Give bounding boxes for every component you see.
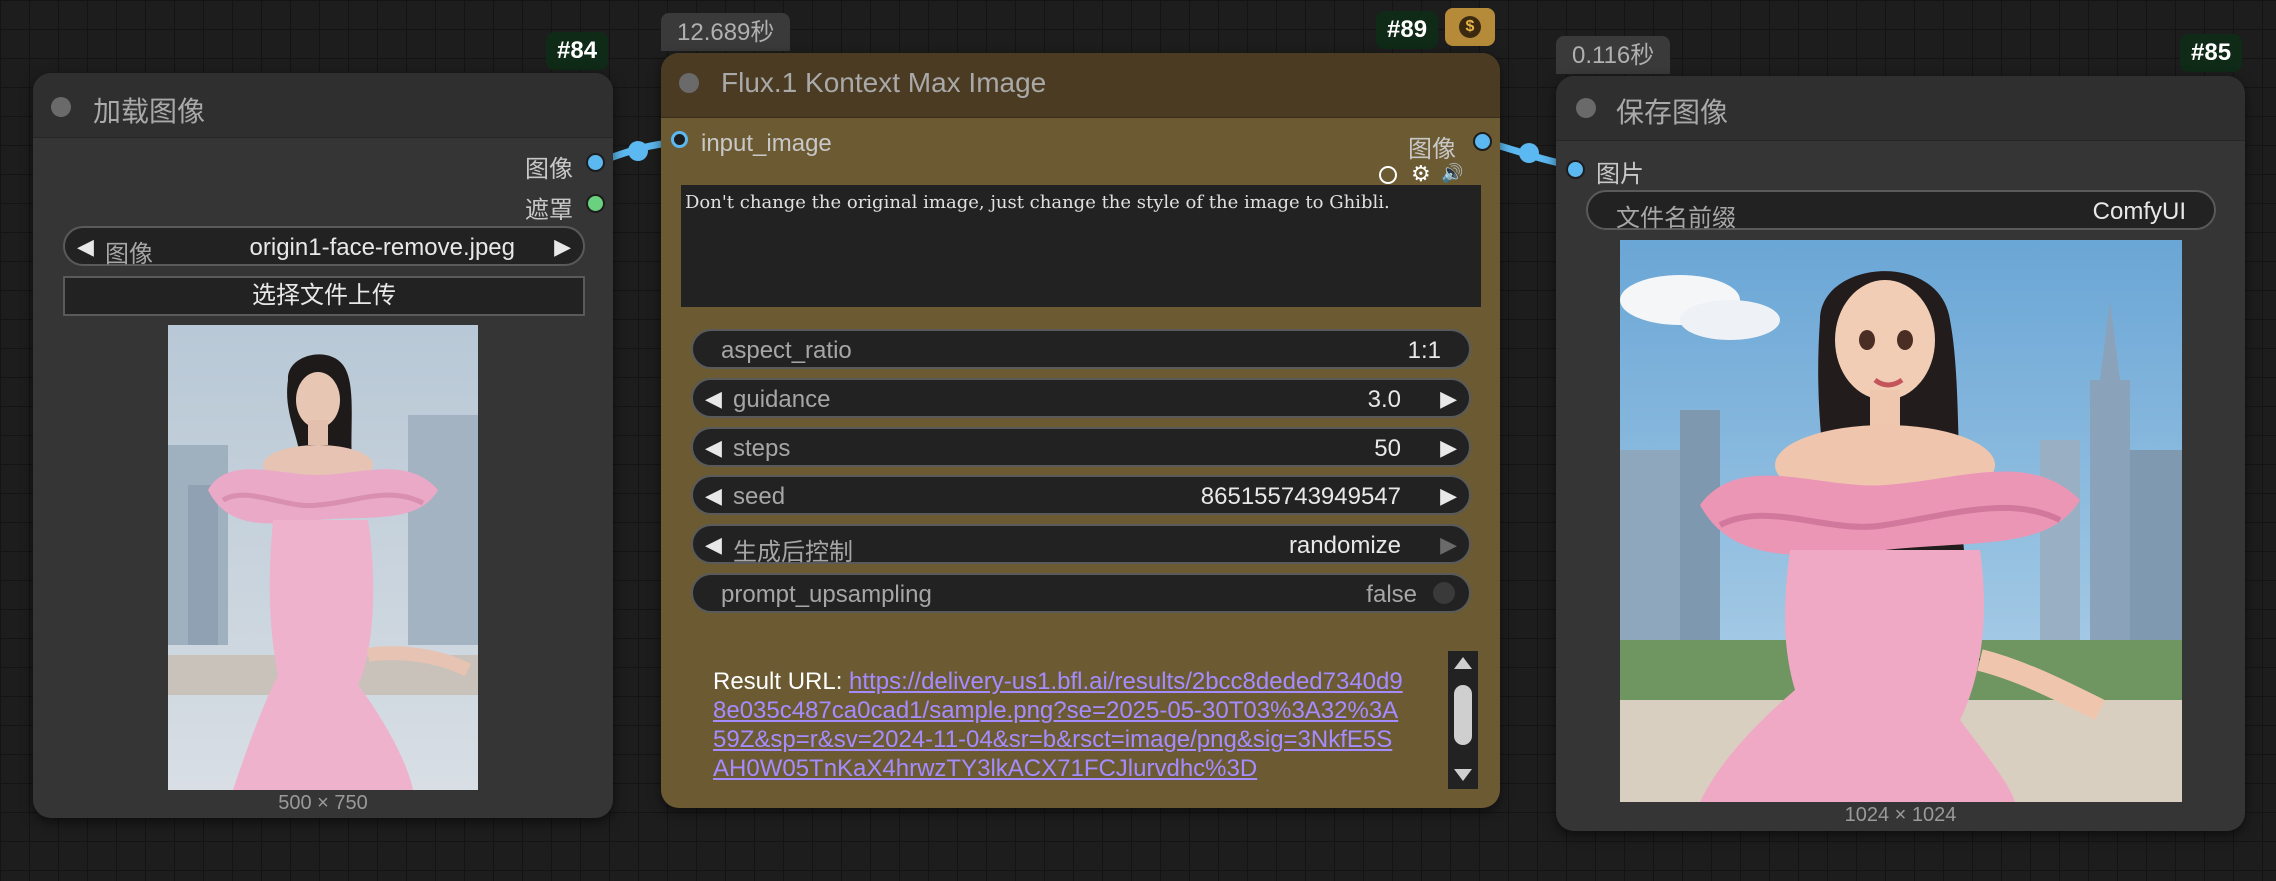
output-port-mask[interactable]	[586, 194, 605, 213]
arrow-right-icon[interactable]: ▶	[1440, 386, 1457, 412]
widget-value: randomize	[1288, 532, 1401, 559]
widget-value: origin1-face-remove.jpeg	[249, 234, 515, 261]
arrow-left-icon[interactable]: ◀	[705, 483, 722, 509]
scroll-down-icon[interactable]	[1454, 769, 1472, 781]
filename-prefix-widget[interactable]: 文件名前缀 ComfyUI	[1586, 190, 2216, 232]
aspect-ratio-widget[interactable]: aspect_ratio 1:1	[691, 329, 1471, 369]
output-image-preview[interactable]	[1620, 240, 2182, 802]
node-id-badge: #85	[2180, 34, 2243, 72]
circle-toggle-icon[interactable]	[1379, 166, 1397, 184]
node-title-bar[interactable]: 加载图像	[33, 73, 613, 138]
output-label-image: 图像	[1408, 136, 1456, 163]
node-title-bar[interactable]: 保存图像	[1556, 76, 2245, 141]
widget-label: aspect_ratio	[721, 337, 852, 364]
url-line: 59Z&sp=r&sv=2024-11-04&sr=b&rsct=image/p…	[713, 726, 1393, 753]
image-size-label: 500 × 750	[278, 792, 368, 814]
node-title: Flux.1 Kontext Max Image	[721, 67, 1047, 98]
url-line: https://delivery-us1.bfl.ai/results/2bcc…	[849, 668, 1403, 695]
flux-kontext-node[interactable]: Flux.1 Kontext Max Image input_image 图像 …	[661, 53, 1500, 808]
scroll-up-icon[interactable]	[1454, 657, 1472, 669]
widget-label: seed	[733, 483, 786, 510]
node-id-badge: #89	[1376, 11, 1439, 49]
save-image-node[interactable]: 保存图像 图片 文件名前缀 ComfyUI 1024 × 1024	[1556, 76, 2245, 831]
widget-label: prompt_upsampling	[721, 581, 932, 608]
arrow-left-icon[interactable]: ◀	[77, 234, 94, 260]
collapse-dot-icon[interactable]	[51, 97, 71, 117]
widget-label: 图像	[105, 241, 153, 268]
dollar-coin-icon: $	[1459, 16, 1481, 38]
widget-value: 865155743949547	[1200, 483, 1401, 510]
widget-value: 50	[1374, 435, 1401, 462]
wire-reroute-dot[interactable]	[628, 141, 648, 161]
scrollbar[interactable]	[1448, 651, 1478, 789]
arrow-right-icon[interactable]: ▶	[1440, 483, 1457, 509]
collapse-dot-icon[interactable]	[1576, 98, 1596, 118]
arrow-left-icon[interactable]: ◀	[705, 532, 722, 558]
output-port-image[interactable]	[586, 153, 605, 172]
wire-reroute-dot[interactable]	[1519, 143, 1539, 163]
arrow-left-icon[interactable]: ◀	[705, 435, 722, 461]
widget-label: guidance	[733, 386, 831, 413]
api-cost-badge[interactable]: $	[1445, 8, 1495, 46]
load-image-node[interactable]: 加载图像 图像 遮罩 ◀ 图像 origin1-face-remove.jpeg…	[33, 73, 613, 818]
source-image-preview[interactable]	[168, 325, 478, 790]
output-port-image[interactable]	[1473, 132, 1492, 151]
url-line: 8e035c487ca0cad1/sample.png?se=2025-05-3…	[713, 697, 1399, 724]
execution-time-badge: 12.689秒	[661, 13, 791, 51]
result-url-text: Result URL: https://delivery-us1.bfl.ai/…	[713, 667, 1413, 783]
output-label-image: 图像	[525, 156, 573, 183]
arrow-left-icon[interactable]: ◀	[705, 386, 722, 412]
output-label-mask: 遮罩	[525, 197, 573, 224]
control-after-generate-widget[interactable]: ◀ 生成后控制 randomize ▶	[691, 524, 1471, 566]
image-select-widget[interactable]: ◀ 图像 origin1-face-remove.jpeg ▶	[63, 226, 585, 268]
arrow-right-icon[interactable]: ▶	[1440, 532, 1457, 558]
widget-value: false	[1366, 581, 1417, 608]
widget-value: 1:1	[1407, 337, 1441, 364]
widget-label: 生成后控制	[733, 539, 853, 566]
arrow-right-icon[interactable]: ▶	[554, 234, 571, 260]
widget-value: 3.0	[1367, 386, 1401, 413]
url-line: AH0W05TnKaX4hrwzTY3lkACX71FCJlurvdhc%3D	[713, 755, 1258, 782]
collapse-dot-icon[interactable]	[679, 73, 699, 93]
arrow-right-icon[interactable]: ▶	[1440, 435, 1457, 461]
upload-file-button[interactable]: 选择文件上传	[63, 276, 585, 316]
speaker-icon[interactable]: 🔊	[1441, 163, 1463, 184]
input-label-image: input_image	[701, 130, 832, 157]
node-title: 加载图像	[93, 96, 206, 127]
widget-value: ComfyUI	[2092, 198, 2186, 225]
widget-label: steps	[733, 435, 791, 462]
steps-widget[interactable]: ◀ steps 50 ▶	[691, 427, 1471, 467]
guidance-widget[interactable]: ◀ guidance 3.0 ▶	[691, 378, 1471, 418]
node-title-bar[interactable]: Flux.1 Kontext Max Image	[661, 53, 1500, 118]
node-title: 保存图像	[1616, 97, 1729, 128]
prompt-text: Don't change the original image, just ch…	[685, 192, 1390, 213]
widget-label: 文件名前缀	[1616, 205, 1736, 232]
gear-icon[interactable]: ⚙	[1411, 161, 1431, 187]
image-size-label: 1024 × 1024	[1844, 804, 1957, 826]
seed-widget[interactable]: ◀ seed 865155743949547 ▶	[691, 475, 1471, 515]
prompt-textarea[interactable]: Don't change the original image, just ch…	[681, 185, 1481, 307]
input-port-images[interactable]	[1566, 160, 1585, 179]
prompt-upsampling-toggle[interactable]: prompt_upsampling false	[691, 573, 1471, 613]
result-label: Result URL:	[713, 668, 850, 695]
input-label-images: 图片	[1596, 161, 1644, 188]
node-id-badge: #84	[546, 32, 609, 70]
scroll-thumb[interactable]	[1454, 685, 1472, 745]
input-port-image[interactable]	[671, 131, 688, 148]
execution-time-badge: 0.116秒	[1556, 36, 1671, 74]
toggle-knob[interactable]	[1433, 582, 1455, 604]
